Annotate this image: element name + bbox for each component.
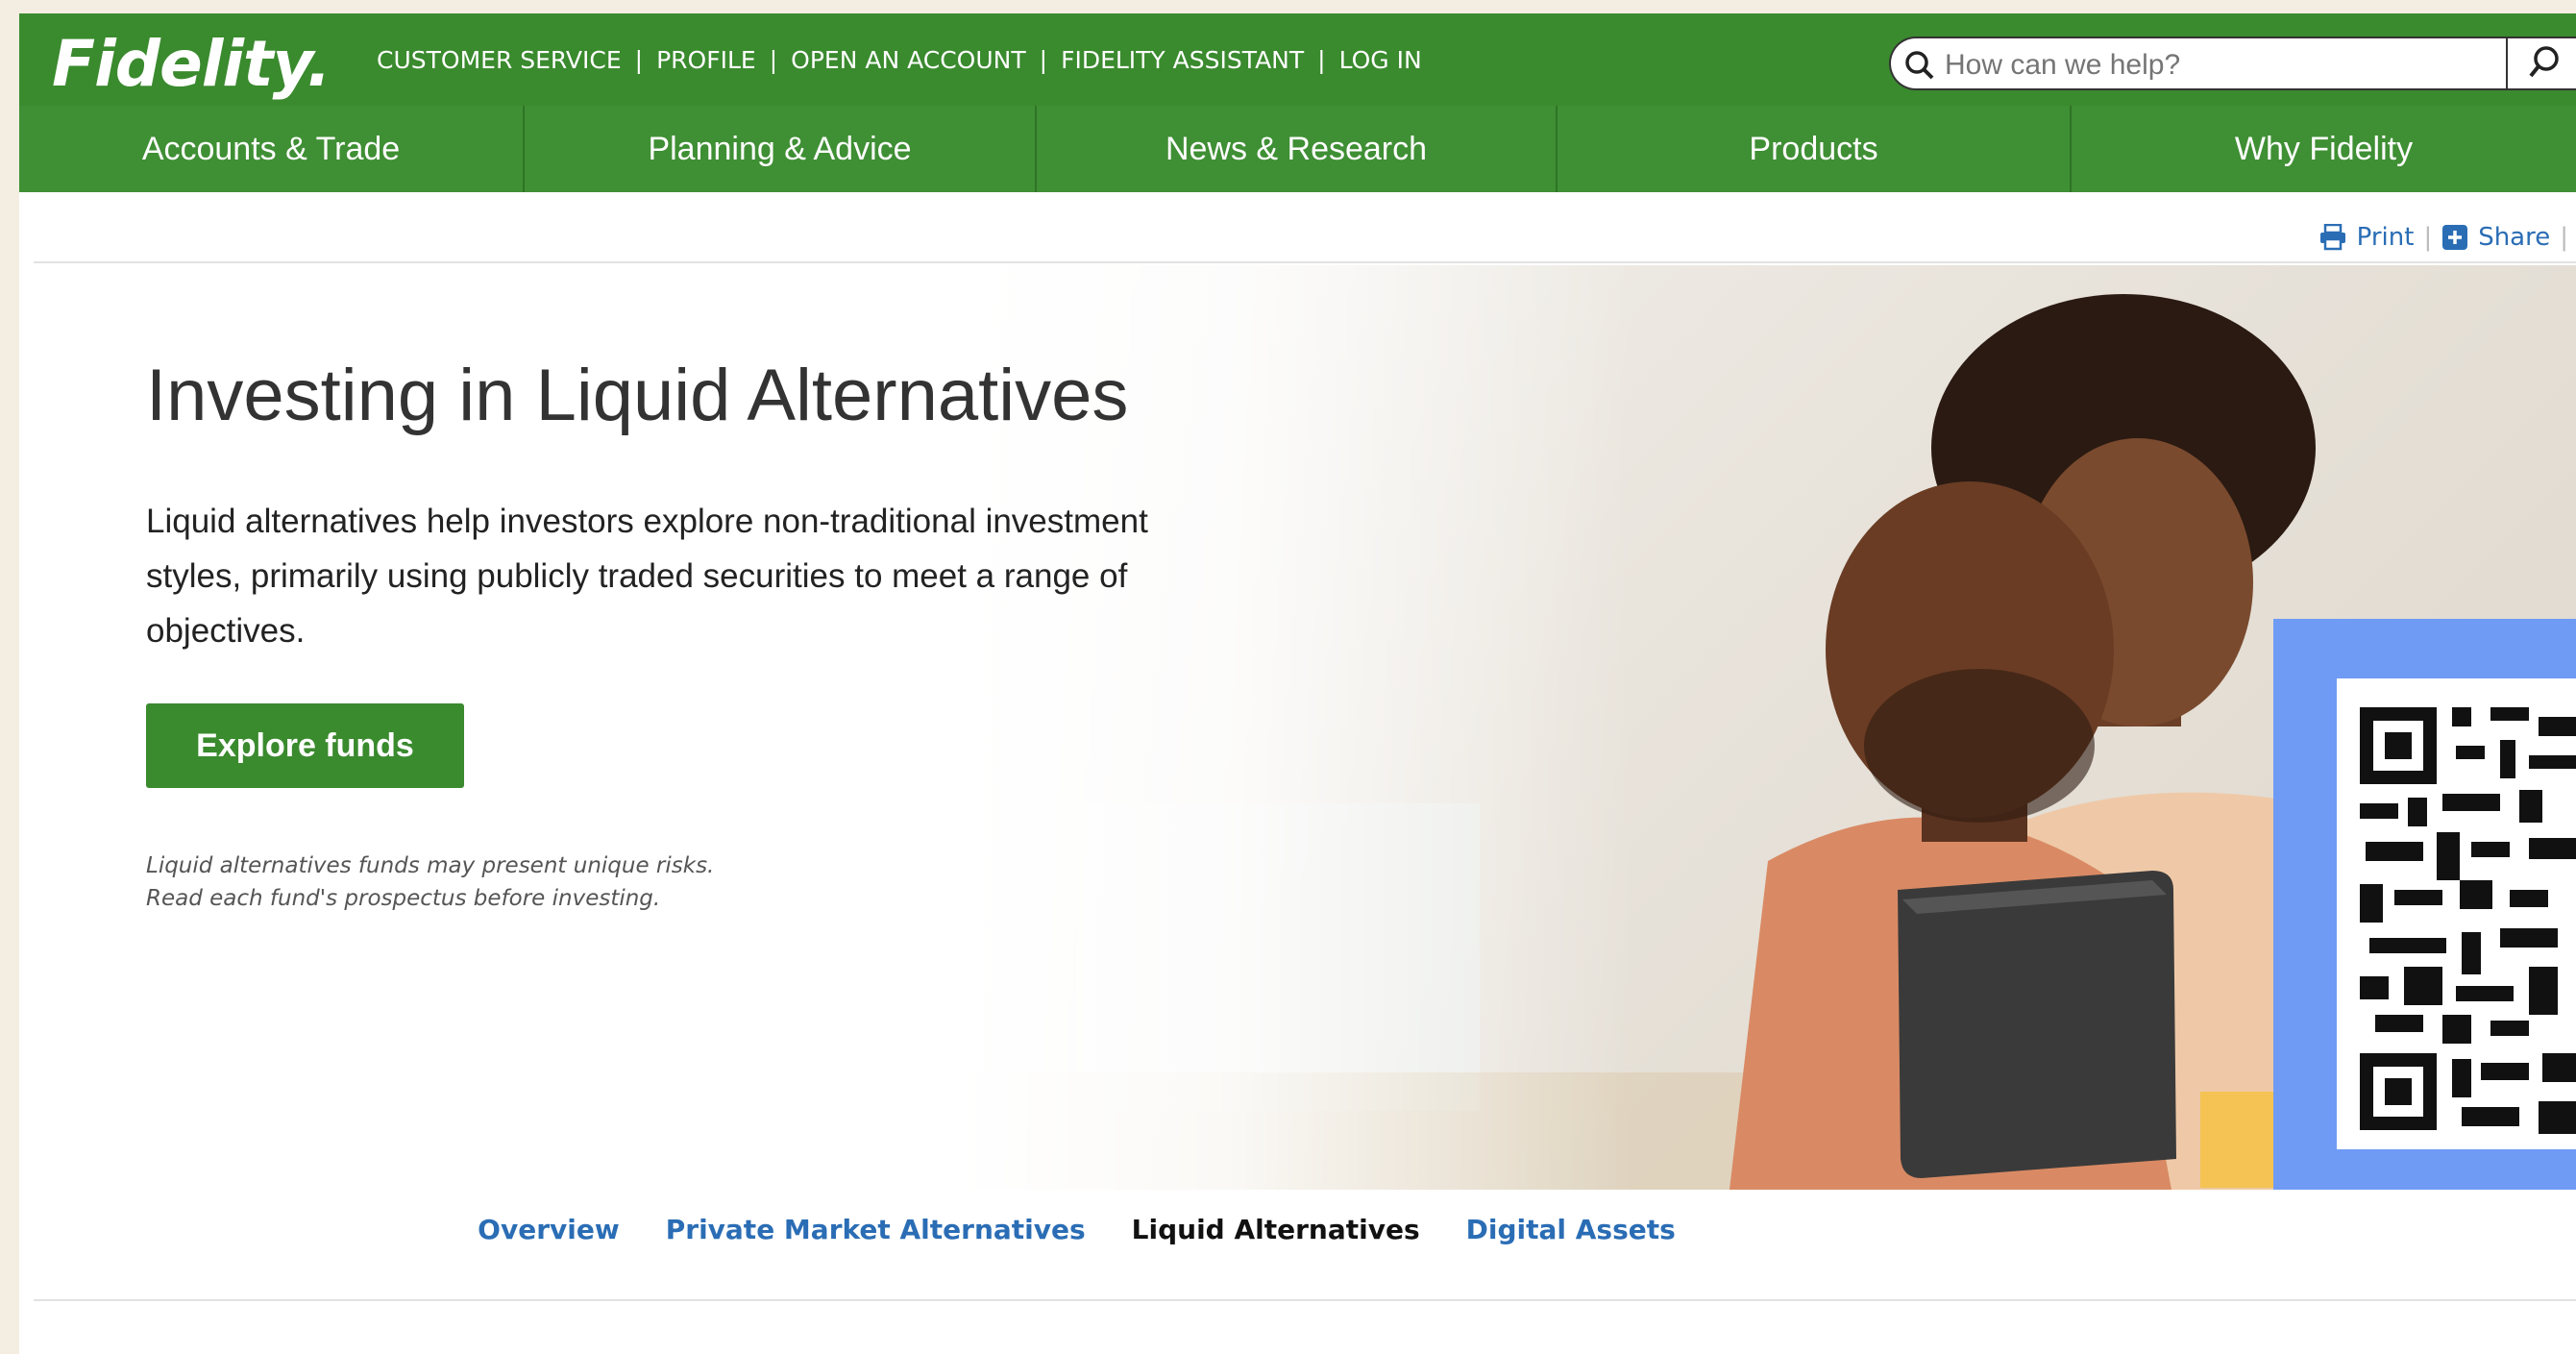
disclaimer-line: Liquid alternatives funds may present un… — [146, 853, 715, 878]
search-icon — [1905, 51, 1934, 80]
divider: | — [2560, 223, 2568, 252]
search-box — [1889, 37, 2576, 90]
divider-line — [34, 261, 2576, 263]
separator: | — [769, 46, 778, 74]
nav-accounts-trade[interactable]: Accounts & Trade — [19, 106, 525, 192]
customer-service-link[interactable]: CUSTOMER SERVICE — [377, 46, 622, 74]
nav-news-research[interactable]: News & Research — [1037, 106, 1558, 192]
fidelity-logo[interactable]: Fidelity. — [52, 27, 331, 101]
printer-icon — [2319, 224, 2345, 251]
qr-code — [2337, 678, 2576, 1149]
log-in-link[interactable]: LOG IN — [1339, 46, 1422, 74]
subnav-overview[interactable]: Overview — [478, 1214, 620, 1271]
top-utility-links: CUSTOMER SERVICE | PROFILE | OPEN AN ACCOUNT… — [377, 46, 1422, 74]
disclaimer-line: Read each fund's prospectus before inves… — [146, 886, 661, 911]
nav-why-fidelity[interactable]: Why Fidelity — [2072, 106, 2576, 192]
main-navigation: Accounts & Trade Planning & Advice News … — [19, 106, 2576, 192]
search-input[interactable] — [1943, 45, 2446, 86]
separator: | — [1317, 46, 1326, 74]
nav-products[interactable]: Products — [1558, 106, 2072, 192]
subnav-digital-assets[interactable]: Digital Assets — [1466, 1214, 1676, 1271]
open-account-link[interactable]: OPEN AN ACCOUNT — [791, 46, 1025, 74]
search-submit-icon — [2529, 46, 2559, 78]
subnav-liquid-alternatives[interactable]: Liquid Alternatives — [1132, 1214, 1420, 1271]
hero-description: Liquid alternatives help investors explo… — [146, 503, 1148, 650]
search-submit-button[interactable] — [2506, 38, 2576, 88]
print-share-bar: Print | Share | — [2318, 223, 2568, 252]
share-plus-icon — [2442, 225, 2468, 250]
divider-line — [34, 1299, 2576, 1301]
nav-planning-advice[interactable]: Planning & Advice — [525, 106, 1037, 192]
separator: | — [1039, 46, 1048, 74]
fidelity-assistant-link[interactable]: FIDELITY ASSISTANT — [1061, 46, 1304, 74]
section-subnav: Overview Private Market Alternatives Liq… — [19, 1214, 2576, 1271]
divider: | — [2423, 223, 2433, 252]
page-title: Investing in Liquid Alternatives — [146, 355, 1129, 436]
page: Fidelity. CUSTOMER SERVICE | PROFILE | OPEN … — [19, 13, 2576, 1354]
profile-link[interactable]: PROFILE — [656, 46, 756, 74]
explore-funds-button[interactable]: Explore funds — [146, 703, 464, 788]
share-link[interactable]: Share — [2478, 223, 2550, 252]
print-link[interactable]: Print — [2357, 223, 2415, 252]
qr-code-image — [2360, 707, 2576, 1134]
top-header-bar: Fidelity. CUSTOMER SERVICE | PROFILE | OPEN … — [19, 13, 2576, 106]
subnav-private-market-alternatives[interactable]: Private Market Alternatives — [666, 1214, 1086, 1271]
separator: | — [634, 46, 644, 74]
risk-disclaimer: Liquid alternatives funds may present un… — [146, 849, 915, 915]
